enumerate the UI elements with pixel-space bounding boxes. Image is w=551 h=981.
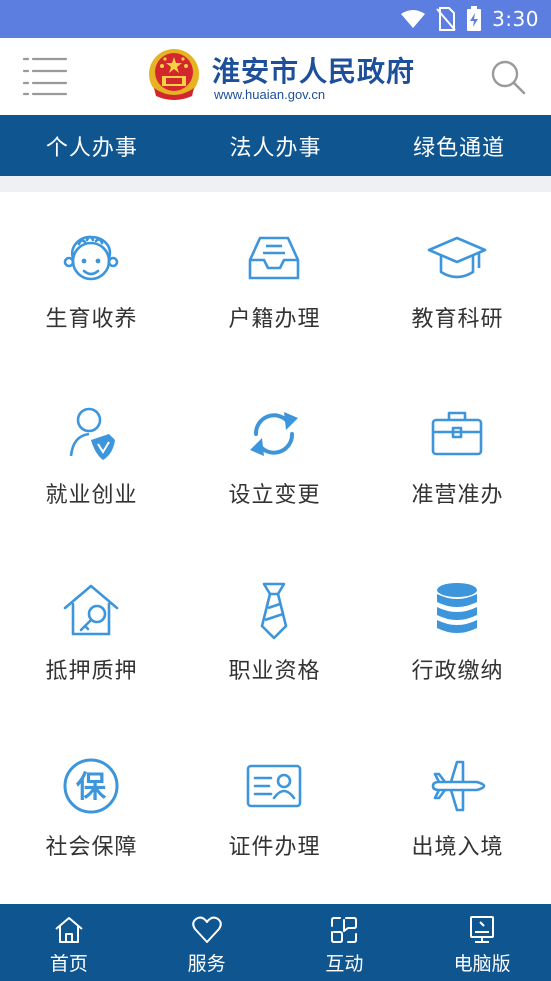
service-item-mortgage-pledge[interactable]: 抵押质押 — [0, 544, 183, 720]
status-time: 3:30 — [492, 7, 539, 31]
service-label: 设立变更 — [228, 483, 321, 508]
service-label: 行政缴纳 — [411, 659, 504, 684]
bottom-tab-service[interactable]: 服务 — [138, 904, 276, 981]
status-bar: 3:30 — [0, 0, 551, 38]
site-url: www.huaian.gov.cn — [214, 87, 326, 102]
service-label: 职业资格 — [228, 659, 321, 684]
id-card-icon — [246, 764, 302, 808]
service-label: 户籍办理 — [228, 307, 321, 332]
service-item-employment[interactable]: 就业创业 — [0, 368, 183, 544]
airplane-icon — [431, 760, 486, 812]
section-divider — [0, 176, 551, 192]
wifi-icon — [401, 10, 426, 28]
bottom-tab-home[interactable]: 首页 — [0, 904, 138, 981]
inbox-tray-icon — [248, 236, 300, 280]
bottom-tab-label: 首页 — [49, 953, 88, 975]
service-item-certificate[interactable]: 证件办理 — [183, 720, 366, 896]
svg-text:保: 保 — [76, 770, 107, 805]
service-item-business-permit[interactable]: 准营准办 — [366, 368, 549, 544]
bottom-tab-interaction[interactable]: 互动 — [276, 904, 414, 981]
national-emblem-icon — [149, 49, 199, 100]
tab-green-channel[interactable]: 绿色通道 — [367, 115, 551, 176]
bao-circle-icon: 保 — [63, 758, 119, 814]
heart-icon — [191, 916, 222, 943]
service-label: 证件办理 — [228, 835, 321, 860]
service-label: 生育收养 — [45, 307, 138, 332]
toolbox-icon — [431, 411, 483, 456]
baby-icon — [63, 235, 119, 281]
service-label: 社会保障 — [45, 835, 138, 860]
search-icon[interactable] — [489, 58, 527, 96]
service-item-birth-adoption[interactable]: 生育收养 — [0, 192, 183, 368]
menu-icon[interactable] — [22, 56, 68, 96]
coin-stack-icon — [437, 583, 477, 633]
necktie-icon — [260, 582, 288, 640]
service-item-administrative-payment[interactable]: 行政缴纳 — [366, 544, 549, 720]
service-item-exit-entry[interactable]: 出境入境 — [366, 720, 549, 896]
service-item-education-research[interactable]: 教育科研 — [366, 192, 549, 368]
service-item-social-security[interactable]: 保 社会保障 — [0, 720, 183, 896]
service-label: 抵押质押 — [45, 659, 138, 684]
person-shield-icon — [69, 407, 115, 460]
desktop-icon — [470, 916, 495, 943]
interaction-icon — [331, 917, 358, 943]
bottom-tab-label: 电脑版 — [453, 953, 511, 975]
bottom-tab-bar: 首页 服务 互动 电脑版 — [0, 904, 551, 981]
tab-corporate[interactable]: 法人办事 — [184, 115, 368, 176]
battery-charging-icon — [467, 6, 482, 31]
site-logo[interactable]: 淮安市人民政府 www.huaian.gov.cn — [148, 48, 418, 106]
service-label: 就业创业 — [45, 483, 138, 508]
house-key-icon — [63, 584, 119, 636]
tab-personal[interactable]: 个人办事 — [0, 115, 184, 176]
graduation-cap-icon — [427, 236, 487, 279]
service-label: 教育科研 — [411, 307, 504, 332]
header: 淮安市人民政府 www.huaian.gov.cn — [0, 38, 551, 115]
bottom-tab-desktop[interactable]: 电脑版 — [413, 904, 551, 981]
status-icons: 3:30 — [400, 6, 539, 32]
service-item-establishment-change[interactable]: 设立变更 — [183, 368, 366, 544]
service-item-professional-qualification[interactable]: 职业资格 — [183, 544, 366, 720]
service-grid: 生育收养 户籍办理 教育科研 就业创业 设立变更 准营准办 抵押质押 职业资格 … — [0, 192, 551, 904]
category-nav: 个人办事 法人办事 绿色通道 — [0, 115, 551, 176]
refresh-icon — [250, 412, 298, 456]
service-label: 出境入境 — [411, 835, 504, 860]
bottom-tab-label: 互动 — [325, 953, 364, 975]
service-item-household-registration[interactable]: 户籍办理 — [183, 192, 366, 368]
service-label: 准营准办 — [411, 483, 504, 508]
site-title: 淮安市人民政府 — [212, 55, 416, 88]
bottom-tab-label: 服务 — [187, 953, 226, 975]
no-sim-icon — [436, 7, 456, 31]
home-icon — [55, 917, 83, 943]
